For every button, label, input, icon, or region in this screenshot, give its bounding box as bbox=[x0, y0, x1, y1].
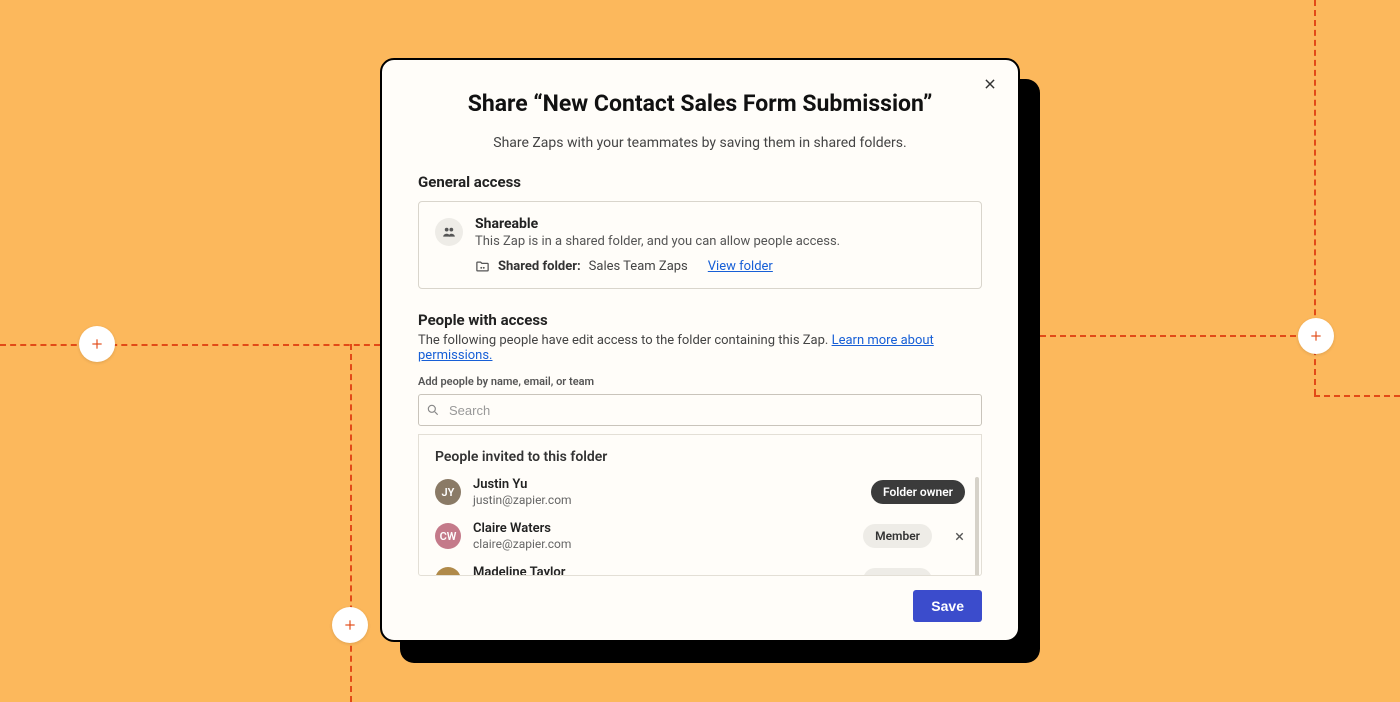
close-button[interactable] bbox=[978, 72, 1002, 96]
close-icon bbox=[983, 77, 997, 91]
invited-heading: People invited to this folder bbox=[435, 449, 965, 465]
person-row: JY Justin Yujustin@zapier.com Folder owner bbox=[435, 477, 965, 507]
person-email: justin@zapier.com bbox=[473, 493, 859, 507]
shared-folder-name: Sales Team Zaps bbox=[589, 259, 688, 274]
person-row: MT Madeline Taylormadeline@zapier.com Memb… bbox=[435, 565, 965, 576]
avatar: MT bbox=[435, 567, 461, 576]
folder-icon bbox=[475, 259, 490, 274]
shareable-desc: This Zap is in a shared folder, and you … bbox=[475, 234, 840, 249]
people-icon bbox=[435, 218, 463, 246]
close-icon bbox=[954, 531, 965, 542]
decorative-line bbox=[350, 344, 352, 702]
owner-badge: Folder owner bbox=[871, 480, 965, 504]
avatar: JY bbox=[435, 479, 461, 505]
person-email: claire@zapier.com bbox=[473, 537, 851, 551]
person-row: CW Claire Watersclaire@zapier.com Member bbox=[435, 521, 965, 551]
search-icon bbox=[426, 403, 440, 417]
close-icon bbox=[954, 575, 965, 577]
decorative-line bbox=[1314, 395, 1400, 397]
person-name: Claire Waters bbox=[473, 521, 851, 536]
remove-member-button[interactable] bbox=[954, 531, 965, 542]
add-node-button[interactable] bbox=[1298, 318, 1334, 354]
member-badge[interactable]: Member bbox=[863, 568, 932, 576]
modal-title: Share “New Contact Sales Form Submission… bbox=[418, 90, 982, 117]
modal-subtitle: Share Zaps with your teammates by saving… bbox=[418, 135, 982, 151]
people-desc-text: The following people have edit access to… bbox=[418, 333, 832, 348]
general-access-box: Shareable This Zap is in a shared folder… bbox=[418, 201, 982, 289]
people-access-desc: The following people have edit access to… bbox=[418, 333, 982, 363]
general-access-heading: General access bbox=[418, 173, 982, 191]
add-node-button[interactable] bbox=[332, 607, 368, 643]
search-input[interactable] bbox=[418, 394, 982, 426]
person-info: Madeline Taylormadeline@zapier.com bbox=[473, 565, 851, 576]
avatar: CW bbox=[435, 523, 461, 549]
shareable-title: Shareable bbox=[475, 216, 840, 232]
scrollbar[interactable] bbox=[975, 477, 979, 576]
decorative-line bbox=[0, 344, 380, 346]
person-info: Justin Yujustin@zapier.com bbox=[473, 477, 859, 507]
decorative-line bbox=[1020, 335, 1316, 337]
save-button[interactable]: Save bbox=[913, 590, 982, 622]
add-people-label: Add people by name, email, or team bbox=[418, 375, 982, 388]
remove-member-button[interactable] bbox=[954, 575, 965, 577]
view-folder-link[interactable]: View folder bbox=[708, 259, 773, 274]
person-name: Justin Yu bbox=[473, 477, 859, 492]
person-info: Claire Watersclaire@zapier.com bbox=[473, 521, 851, 551]
invited-list: People invited to this folder JY Justin Y… bbox=[418, 434, 982, 576]
member-badge[interactable]: Member bbox=[863, 524, 932, 548]
shared-folder-label: Shared folder: bbox=[498, 259, 581, 274]
people-access-heading: People with access bbox=[418, 311, 982, 329]
person-name: Madeline Taylor bbox=[473, 565, 851, 576]
share-modal: Share “New Contact Sales Form Submission… bbox=[380, 58, 1020, 642]
add-node-button[interactable] bbox=[79, 326, 115, 362]
